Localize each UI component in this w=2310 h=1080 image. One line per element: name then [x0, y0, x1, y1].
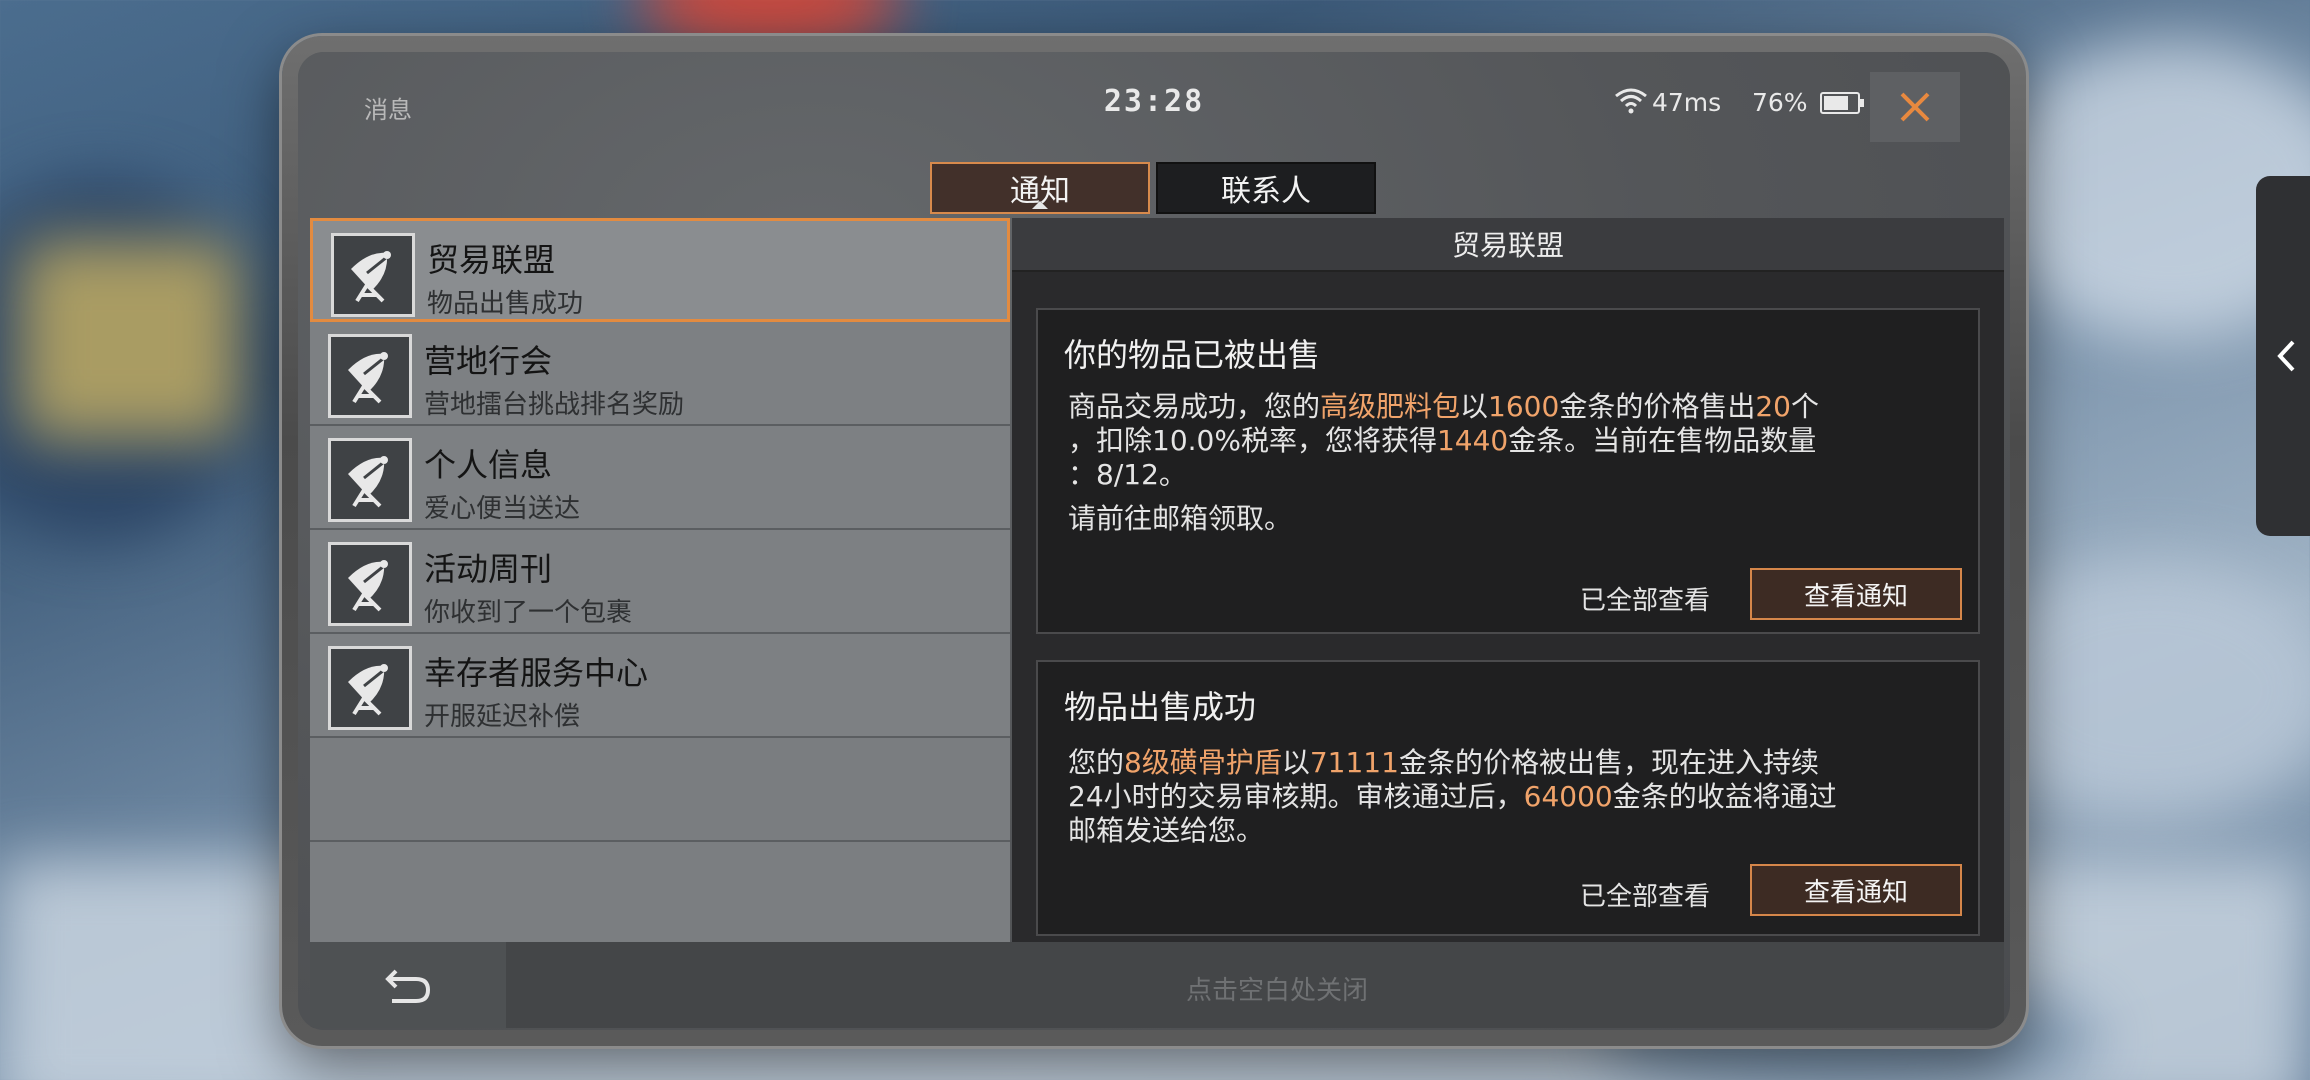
- message-list: 贸易联盟 物品出售成功 营地行会 营地擂台挑战排名奖励 个人信息 爱心便当送达 …: [310, 218, 1010, 942]
- satellite-dish-icon: [328, 438, 412, 522]
- wifi-icon: [1615, 88, 1647, 114]
- satellite-dish-icon: [328, 334, 412, 418]
- card-line: 您的8级磺骨护盾以71111金条的价格被出售，现在进入持续: [1068, 746, 1819, 779]
- item-title: 贸易联盟: [427, 241, 556, 279]
- close-hint: 点击空白处关闭: [1185, 976, 1368, 1006]
- status-bar: 消息 23:28 47ms 76%: [298, 52, 2010, 142]
- item-subtitle: 你收到了一个包裹: [424, 598, 633, 628]
- list-item[interactable]: 个人信息 爱心便当送达: [310, 426, 1010, 530]
- satellite-dish-icon: [328, 646, 412, 730]
- close-button[interactable]: [1870, 72, 1960, 142]
- detail-panel: 贸易联盟 你的物品已被出售 商品交易成功，您的高级肥料包以1600金条的价格售出…: [1012, 218, 2004, 942]
- card-line: ：8/12。: [1068, 458, 1187, 491]
- view-notification-button[interactable]: 查看通知: [1750, 568, 1962, 620]
- item-title: 幸存者服务中心: [424, 654, 649, 692]
- item-title: 个人信息: [424, 446, 553, 484]
- battery-percent: 76%: [1752, 88, 1808, 117]
- mark-all-read-label: 已全部查看: [1580, 882, 1711, 912]
- detail-header: 贸易联盟: [1012, 218, 2004, 272]
- battery-icon: [1820, 92, 1864, 114]
- item-subtitle: 开服延迟补偿: [424, 702, 581, 732]
- item-subtitle: 营地擂台挑战排名奖励: [424, 390, 685, 420]
- item-name-highlight: 高级肥料包: [1320, 390, 1461, 423]
- tab-notifications[interactable]: 通知: [930, 162, 1150, 214]
- satellite-dish-icon: [331, 233, 415, 317]
- item-title: 营地行会: [424, 342, 553, 380]
- quantity-highlight: 20: [1755, 390, 1791, 423]
- list-item[interactable]: 营地行会 营地擂台挑战排名奖励: [310, 322, 1010, 426]
- card-line: 请前往邮箱领取。: [1068, 502, 1293, 535]
- empty-list-slot: [310, 738, 1010, 842]
- tab-contacts[interactable]: 联系人: [1156, 162, 1376, 214]
- item-name-highlight: 8级磺骨护盾: [1124, 746, 1282, 779]
- card-title: 物品出售成功: [1064, 688, 1257, 726]
- phone-device: 消息 23:28 47ms 76% 通知 联系人 贸易联盟 物品出售成功 营地行…: [282, 36, 2026, 1046]
- card-line: 邮箱发送给您。: [1068, 814, 1265, 847]
- tab-bar: 通知 联系人: [930, 162, 1376, 214]
- satellite-dish-icon: [328, 542, 412, 626]
- phone-screen: 消息 23:28 47ms 76% 通知 联系人 贸易联盟 物品出售成功 营地行…: [298, 52, 2010, 1030]
- card-line: ，扣除10.0%税率，您将获得1440金条。当前在售物品数量: [1068, 424, 1817, 457]
- item-subtitle: 物品出售成功: [427, 289, 584, 319]
- amount-highlight: 1440: [1436, 424, 1509, 457]
- item-subtitle: 爱心便当送达: [424, 494, 581, 524]
- card-line: 24小时的交易审核期。审核通过后，64000金条的收益将通过: [1068, 780, 1837, 813]
- card-line: 商品交易成功，您的高级肥料包以1600金条的价格售出20个: [1068, 390, 1819, 423]
- caret-up-icon: [1032, 201, 1048, 209]
- card-body: 您的8级磺骨护盾以71111金条的价格被出售，现在进入持续 24小时的交易审核期…: [1068, 746, 1958, 848]
- mark-all-read-label: 已全部查看: [1580, 586, 1711, 616]
- list-item[interactable]: 幸存者服务中心 开服延迟补偿: [310, 634, 1010, 738]
- list-item[interactable]: 贸易联盟 物品出售成功: [310, 218, 1010, 322]
- list-item[interactable]: 活动周刊 你收到了一个包裹: [310, 530, 1010, 634]
- amount-highlight: 64000: [1523, 780, 1613, 813]
- card-title: 你的物品已被出售: [1064, 336, 1321, 374]
- notification-card: 物品出售成功 您的8级磺骨护盾以71111金条的价格被出售，现在进入持续 24小…: [1036, 660, 1980, 936]
- notification-card: 你的物品已被出售 商品交易成功，您的高级肥料包以1600金条的价格售出20个 ，…: [1036, 308, 1980, 634]
- chevron-left-icon: [2277, 340, 2295, 372]
- side-drawer-handle[interactable]: [2256, 176, 2310, 536]
- close-icon: [1900, 92, 1930, 122]
- footer-bar[interactable]: 点击空白处关闭: [310, 942, 2004, 1028]
- ping-value: 47ms: [1652, 88, 1722, 117]
- item-title: 活动周刊: [424, 550, 553, 588]
- price-highlight: 1600: [1488, 390, 1560, 423]
- price-highlight: 71111: [1309, 746, 1399, 779]
- card-body: 商品交易成功，您的高级肥料包以1600金条的价格售出20个 ，扣除10.0%税率…: [1068, 390, 1958, 536]
- view-notification-button[interactable]: 查看通知: [1750, 864, 1962, 916]
- tab-label: 联系人: [1221, 174, 1311, 209]
